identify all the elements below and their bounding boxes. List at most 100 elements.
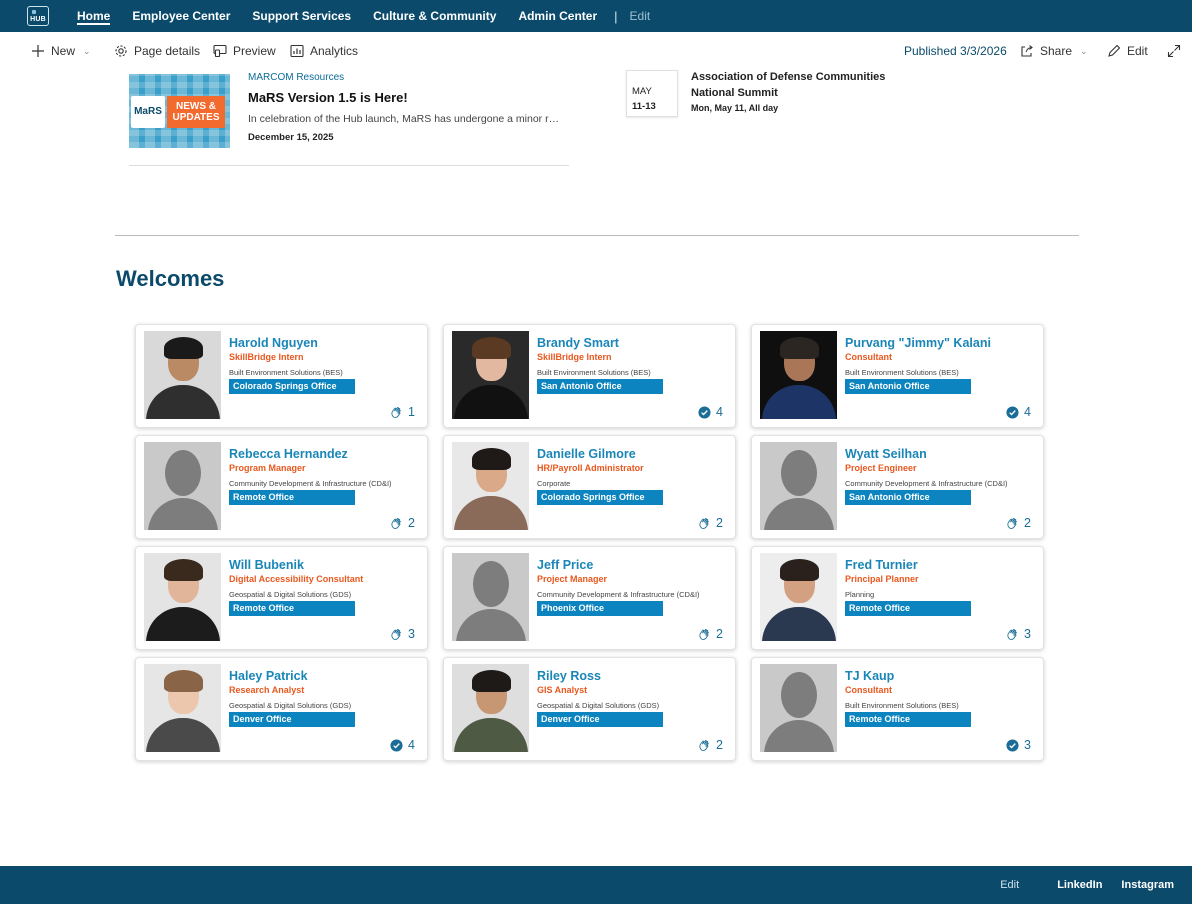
person-name[interactable]: Purvang "Jimmy" Kalani bbox=[845, 336, 991, 350]
footer-edit-link[interactable]: Edit bbox=[1000, 879, 1019, 891]
news-updates-banner: NEWS & UPDATES bbox=[167, 96, 225, 128]
reaction-button[interactable]: 2 bbox=[698, 738, 723, 752]
footer-linkedin-link[interactable]: LinkedIn bbox=[1057, 879, 1102, 891]
person-card[interactable]: Rebecca Hernandez Program Manager Communit… bbox=[135, 435, 428, 539]
avatar-placeholder bbox=[144, 442, 221, 530]
avatar bbox=[452, 442, 529, 530]
person-card[interactable]: Riley Ross GIS Analyst Geospatial & Digita… bbox=[443, 657, 736, 761]
person-office-badge: Remote Office bbox=[229, 490, 355, 505]
reaction-count: 2 bbox=[716, 738, 723, 752]
avatar-placeholder bbox=[452, 553, 529, 641]
reaction-button[interactable]: 2 bbox=[698, 627, 723, 641]
new-button[interactable]: New ⌄ bbox=[31, 44, 91, 58]
reaction-button[interactable]: 3 bbox=[1006, 627, 1031, 641]
welcome-cards-grid: Harold Nguyen SkillBridge Intern Built Env… bbox=[135, 324, 1045, 761]
person-name[interactable]: Haley Patrick bbox=[229, 669, 308, 683]
hub-logo[interactable]: HUB bbox=[27, 6, 49, 26]
share-icon bbox=[1021, 45, 1033, 57]
person-role: Consultant bbox=[845, 685, 892, 695]
reaction-button[interactable]: 4 bbox=[390, 738, 415, 752]
clap-icon bbox=[1007, 628, 1017, 640]
analytics-button[interactable]: Analytics bbox=[290, 44, 358, 58]
reaction-button[interactable]: 3 bbox=[1006, 738, 1031, 752]
reaction-button[interactable]: 4 bbox=[698, 405, 723, 419]
edit-page-button[interactable]: Edit bbox=[1107, 44, 1148, 58]
news-category[interactable]: MARCOM Resources bbox=[248, 72, 344, 83]
person-name[interactable]: Jeff Price bbox=[537, 558, 593, 572]
reaction-count: 2 bbox=[1024, 516, 1031, 530]
person-card[interactable]: Harold Nguyen SkillBridge Intern Built Env… bbox=[135, 324, 428, 428]
person-office-badge: San Antonio Office bbox=[845, 490, 971, 505]
person-name[interactable]: Wyatt Seilhan bbox=[845, 447, 927, 461]
person-card[interactable]: Brandy Smart SkillBridge Intern Built Envi… bbox=[443, 324, 736, 428]
person-name[interactable]: Brandy Smart bbox=[537, 336, 619, 350]
reaction-count: 3 bbox=[408, 627, 415, 641]
person-role: Research Analyst bbox=[229, 685, 305, 695]
check-circle-icon bbox=[390, 738, 403, 752]
check-circle-icon bbox=[1006, 738, 1019, 752]
check-circle-icon bbox=[698, 405, 711, 419]
person-department: Community Development & Infrastructure (… bbox=[537, 590, 700, 599]
person-name[interactable]: Riley Ross bbox=[537, 669, 601, 683]
person-name[interactable]: TJ Kaup bbox=[845, 669, 894, 683]
news-item[interactable]: MaRS NEWS & UPDATES MARCOM Resources MaRS… bbox=[129, 72, 569, 166]
nav-admin-center[interactable]: Admin Center bbox=[518, 0, 597, 32]
person-department: Community Development & Infrastructure (… bbox=[845, 479, 1008, 488]
plus-icon bbox=[32, 45, 44, 57]
news-thumbnail: MaRS NEWS & UPDATES bbox=[129, 74, 230, 148]
nav-edit-link[interactable]: Edit bbox=[630, 9, 651, 23]
person-role: HR/Payroll Administrator bbox=[537, 463, 644, 473]
person-department: Built Environment Solutions (BES) bbox=[537, 368, 651, 377]
person-card[interactable]: Danielle Gilmore HR/Payroll Administrator… bbox=[443, 435, 736, 539]
share-button[interactable]: Share ⌄ bbox=[1020, 44, 1088, 58]
avatar bbox=[144, 664, 221, 752]
person-card[interactable]: Will Bubenik Digital Accessibility Consul… bbox=[135, 546, 428, 650]
person-name[interactable]: Fred Turnier bbox=[845, 558, 918, 572]
person-name[interactable]: Rebecca Hernandez bbox=[229, 447, 348, 461]
event-title[interactable]: Association of Defense Communities Natio… bbox=[691, 70, 891, 101]
person-name[interactable]: Harold Nguyen bbox=[229, 336, 318, 350]
person-department: Corporate bbox=[537, 479, 571, 488]
reaction-button[interactable]: 2 bbox=[390, 516, 415, 530]
clap-icon bbox=[391, 517, 401, 529]
page-details-button[interactable]: Page details bbox=[114, 44, 200, 58]
footer-instagram-link[interactable]: Instagram bbox=[1121, 879, 1174, 891]
event-date-line: Mon, May 11, All day bbox=[691, 103, 779, 113]
nav-culture-community[interactable]: Culture & Community bbox=[373, 0, 496, 32]
person-card[interactable]: Wyatt Seilhan Project Engineer Community D… bbox=[751, 435, 1044, 539]
reaction-button[interactable]: 2 bbox=[1006, 516, 1031, 530]
person-office-badge: Denver Office bbox=[229, 712, 355, 727]
clap-icon bbox=[699, 739, 709, 751]
person-name[interactable]: Will Bubenik bbox=[229, 558, 304, 572]
nav-support-services[interactable]: Support Services bbox=[252, 0, 351, 32]
reaction-button[interactable]: 3 bbox=[390, 627, 415, 641]
reaction-button[interactable]: 2 bbox=[698, 516, 723, 530]
reaction-button[interactable]: 4 bbox=[1006, 405, 1031, 419]
avatar bbox=[452, 664, 529, 752]
section-title: Welcomes bbox=[116, 266, 225, 291]
person-office-badge: Remote Office bbox=[845, 712, 971, 727]
person-card[interactable]: TJ Kaup Consultant Built Environment Solut… bbox=[751, 657, 1044, 761]
person-card[interactable]: Fred Turnier Principal Planner Planning Rem… bbox=[751, 546, 1044, 650]
person-card[interactable]: Purvang "Jimmy" Kalani Consultant Built En… bbox=[751, 324, 1044, 428]
nav-employee-center[interactable]: Employee Center bbox=[132, 0, 230, 32]
clap-icon bbox=[699, 628, 709, 640]
person-name[interactable]: Danielle Gilmore bbox=[537, 447, 636, 461]
person-role: Project Engineer bbox=[845, 463, 917, 473]
section-divider bbox=[115, 235, 1079, 236]
reaction-count: 4 bbox=[408, 738, 415, 752]
person-card[interactable]: Haley Patrick Research Analyst Geospatial … bbox=[135, 657, 428, 761]
reaction-count: 3 bbox=[1024, 627, 1031, 641]
reaction-button[interactable]: 1 bbox=[390, 405, 415, 419]
news-title[interactable]: MaRS Version 1.5 is Here! bbox=[248, 90, 408, 105]
person-card[interactable]: Jeff Price Project Manager Community Devel… bbox=[443, 546, 736, 650]
avatar bbox=[760, 553, 837, 641]
expand-icon bbox=[1167, 44, 1181, 58]
page-details-label: Page details bbox=[134, 44, 201, 58]
nav-home[interactable]: Home bbox=[77, 0, 111, 32]
avatar bbox=[452, 331, 529, 419]
expand-button[interactable] bbox=[1167, 44, 1181, 58]
gear-icon bbox=[115, 45, 127, 57]
check-circle-icon bbox=[1006, 405, 1019, 419]
preview-button[interactable]: Preview bbox=[213, 44, 276, 58]
